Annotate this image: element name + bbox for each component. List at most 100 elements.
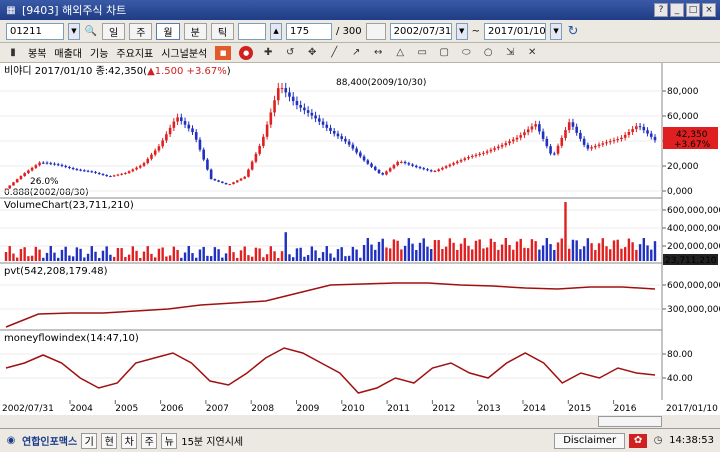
candle-body — [631, 129, 634, 132]
end-date-input[interactable]: 2017/01/10 — [484, 22, 547, 40]
candle-body — [75, 169, 79, 171]
volume-bar — [45, 252, 49, 261]
interval-input[interactable] — [238, 22, 267, 40]
cursor-icon[interactable]: ⇲ — [503, 46, 517, 60]
status-button-ju[interactable]: 주 — [141, 432, 158, 449]
xtick-label: 2008 — [251, 404, 274, 414]
menu-volume-profile[interactable]: 매출대 — [54, 45, 82, 60]
menu-signal[interactable]: 시그널분석 — [161, 45, 207, 60]
search-icon[interactable]: 🔍 — [84, 24, 98, 38]
candle-body — [172, 121, 176, 128]
period-tick-button[interactable]: 틱 — [210, 22, 235, 40]
candle-body — [303, 107, 306, 111]
candle-body — [56, 164, 60, 166]
start-date-input[interactable]: 2002/07/31 — [389, 22, 452, 40]
candle-body — [64, 165, 67, 167]
candle-body — [649, 133, 653, 137]
pointer-icon[interactable]: ✥ — [305, 46, 319, 60]
help-icon[interactable]: ? — [654, 3, 668, 17]
undo-icon[interactable]: ↺ — [283, 46, 297, 60]
minimize-icon[interactable]: _ — [670, 3, 684, 17]
candle-body — [8, 185, 12, 189]
refresh-icon[interactable]: ↻ — [566, 24, 580, 39]
symbol-dropdown-icon[interactable]: ▼ — [68, 22, 80, 40]
candle-body — [243, 176, 247, 179]
candle-body — [582, 138, 586, 145]
volume-bar — [347, 255, 351, 261]
triangle-icon[interactable]: △ — [393, 46, 407, 60]
interval-spinner-icon[interactable]: ▲ — [270, 22, 283, 40]
crosshair-icon[interactable]: ✚ — [261, 46, 275, 60]
volume-bar — [202, 246, 205, 261]
data-icon[interactable]: ■ — [215, 45, 232, 60]
status-button-cha[interactable]: 차 — [121, 432, 138, 449]
volume-bar — [19, 249, 23, 261]
candle-body — [45, 162, 49, 164]
period-month-button[interactable]: 월 — [156, 22, 180, 40]
arrow-icon[interactable]: ↔ — [371, 46, 385, 60]
chart-svg[interactable]: 비야디 2017/01/10 종:42,350(▲1.500 +3.67%) V… — [0, 63, 720, 415]
volume-bar — [325, 246, 328, 261]
period-minute-button[interactable]: 분 — [183, 22, 207, 40]
candle-body — [209, 169, 213, 180]
date-separator: ~ — [471, 25, 481, 37]
volume-bar — [497, 249, 500, 261]
candle-body — [49, 163, 53, 165]
symbol-input[interactable]: 01211 — [6, 22, 64, 40]
start-date-dropdown-icon[interactable]: ▼ — [455, 22, 468, 40]
volume-bar — [269, 246, 273, 261]
volume-bar — [157, 248, 161, 261]
xtick-label: 2005 — [115, 404, 138, 414]
volume-bar — [351, 246, 355, 261]
candle-body — [194, 132, 198, 140]
chart-scrollbar[interactable] — [598, 416, 662, 427]
volume-bar — [403, 245, 407, 261]
rect-icon[interactable]: ▭ — [415, 46, 429, 60]
candle-body — [116, 174, 120, 176]
close-icon[interactable]: × — [702, 3, 716, 17]
ytick-label: 200,000,000 — [667, 242, 720, 252]
volume-bar — [635, 249, 638, 261]
status-button-gi[interactable]: 기 — [81, 432, 98, 449]
candle-body — [355, 148, 358, 153]
candle-body — [41, 162, 45, 164]
candle-body — [538, 124, 541, 132]
ellipse-icon[interactable]: ⬭ — [459, 46, 473, 60]
volume-bar — [228, 246, 231, 261]
maximize-icon[interactable]: □ — [686, 3, 700, 17]
candle-body — [344, 138, 347, 142]
candle-body — [83, 170, 86, 172]
status-button-hyeon[interactable]: 현 — [101, 432, 118, 449]
volume-bar — [232, 252, 235, 261]
candle-body — [485, 151, 489, 153]
hk-flag-icon: ✿ — [629, 433, 648, 448]
menu-function[interactable]: 기능 — [90, 45, 108, 60]
line-icon[interactable]: ╱ — [327, 46, 341, 60]
chart-area[interactable]: 비야디 2017/01/10 종:42,350(▲1.500 +3.67%) V… — [0, 63, 720, 415]
circle-icon[interactable]: ○ — [481, 46, 495, 60]
count-input[interactable]: 175 — [286, 22, 333, 40]
volume-bar — [105, 246, 108, 261]
window-title: [9403] 해외주식 차트 — [22, 4, 127, 17]
status-button-nyu[interactable]: 뉴 — [161, 432, 178, 449]
eraser-icon[interactable]: ✕ — [525, 46, 539, 60]
disclaimer-button[interactable]: Disclaimer — [554, 432, 626, 449]
volume-bar — [471, 249, 474, 261]
status-bar: ◉ 연합인포맥스 기 현 차 주 뉴 15분 지연시세 Disclaimer ✿… — [0, 428, 720, 452]
rounded-rect-icon[interactable]: ▢ — [437, 46, 451, 60]
candle-body — [530, 126, 534, 130]
xaxis-end-label: 2017/01/10 — [666, 404, 718, 414]
period-week-button[interactable]: 주 — [129, 22, 153, 40]
candle-icon[interactable]: ▮ — [6, 46, 20, 60]
candle-body — [422, 168, 426, 170]
menu-indicators[interactable]: 주요지표 — [116, 45, 153, 60]
ray-icon[interactable]: ↗ — [349, 46, 363, 60]
candle-body — [605, 142, 608, 144]
end-date-dropdown-icon[interactable]: ▼ — [550, 22, 563, 40]
volume-bar — [485, 247, 489, 261]
period-day-button[interactable]: 일 — [102, 22, 126, 40]
candle-body — [608, 141, 612, 143]
apply-button[interactable] — [365, 22, 386, 40]
menu-style[interactable]: 봉복 — [28, 45, 46, 60]
save-icon[interactable]: ● — [239, 45, 254, 60]
